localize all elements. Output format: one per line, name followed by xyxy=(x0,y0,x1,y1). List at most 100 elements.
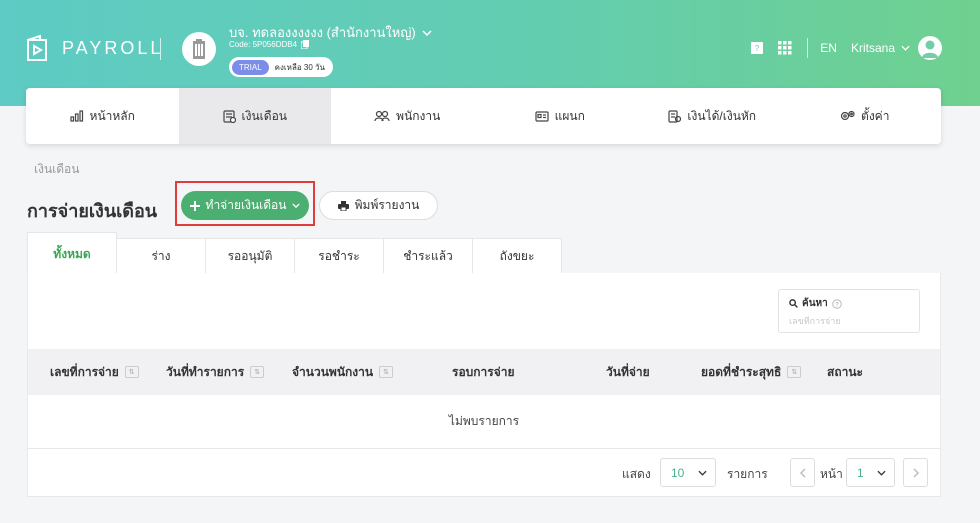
show-label: แสดง xyxy=(622,467,651,481)
empty-state-row: ไม่พบรายการ xyxy=(28,395,940,449)
chevron-down-icon xyxy=(292,203,301,208)
print-report-label: พิมพ์รายงาน xyxy=(354,198,420,212)
search-label-text: ค้นหา xyxy=(802,298,828,309)
search-icon xyxy=(789,299,798,308)
col-pay-period-label: รอบการจ่าย xyxy=(452,364,515,379)
col-payment-number[interactable]: เลขที่การจ่าย ⇅ xyxy=(50,349,139,395)
copy-icon[interactable] xyxy=(301,40,310,49)
plus-icon xyxy=(189,200,200,211)
next-page-button[interactable] xyxy=(903,458,928,487)
nav-item-settings[interactable]: ตั้งค่า xyxy=(789,88,942,144)
header-divider xyxy=(807,38,809,58)
company-code: Code: 5P056DDB4 xyxy=(229,40,310,49)
trial-pill: TRIAL xyxy=(232,59,269,75)
page-number-select[interactable]: 1 xyxy=(846,458,895,487)
sort-icon[interactable]: ⇅ xyxy=(379,366,394,378)
payroll-logo-icon xyxy=(27,34,47,61)
chevron-down-icon xyxy=(877,470,886,476)
nav-item-home[interactable]: หน้าหลัก xyxy=(26,88,179,144)
page-size-value: 10 xyxy=(671,465,685,480)
chevron-down-icon xyxy=(901,45,910,51)
company-code-text: Code: 5P056DDB4 xyxy=(229,40,298,49)
chart-icon xyxy=(69,110,83,122)
nav-label-income-deduction: เงินได้/เงินหัก xyxy=(687,108,757,123)
empty-state-text: ไม่พบรายการ xyxy=(448,414,520,428)
tab-all[interactable]: ทั้งหมด xyxy=(27,232,117,275)
income-deduction-icon xyxy=(668,109,682,123)
col-payment-number-label: เลขที่การจ่าย xyxy=(50,364,119,379)
printer-icon xyxy=(337,200,349,211)
col-employee-count-label: จำนวนพนักงาน xyxy=(292,364,374,379)
pagination: แสดง 10 รายการ หน้า 1 xyxy=(28,449,940,495)
col-net-amount-label: ยอดที่ชำระสุทธิ xyxy=(701,364,782,379)
col-status-label: สถานะ xyxy=(827,364,863,379)
tab-draft[interactable]: ร่าง xyxy=(117,238,206,275)
main-nav: หน้าหลัก เงินเดือน พนักงาน แผนก เงินได้/… xyxy=(26,88,941,144)
items-label: รายการ xyxy=(727,467,768,481)
tab-paid[interactable]: ชำระแล้ว xyxy=(384,238,473,275)
breadcrumb[interactable]: เงินเดือน xyxy=(34,160,79,179)
search-box: ค้นหา ? xyxy=(778,289,920,333)
table-header: เลขที่การจ่าย ⇅ วันที่ทำรายการ ⇅ จำนวนพน… xyxy=(28,349,940,395)
page-number-value: 1 xyxy=(857,465,864,480)
svg-text:?: ? xyxy=(755,44,760,53)
tab-pending-approval[interactable]: รออนุมัติ xyxy=(206,238,295,275)
chevron-down-icon xyxy=(698,470,707,476)
help-circle-icon[interactable]: ? xyxy=(831,298,842,309)
payroll-logo[interactable]: PAYROLL xyxy=(26,34,163,62)
chevron-right-icon xyxy=(913,468,919,477)
logo-text: PAYROLL xyxy=(62,37,164,58)
col-net-amount[interactable]: ยอดที่ชำระสุทธิ ⇅ xyxy=(701,349,802,395)
create-payroll-label: ทำจ่ายเงินเดือน xyxy=(205,198,287,212)
svg-text:?: ? xyxy=(835,302,839,308)
payroll-list-panel: ค้นหา ? เลขที่การจ่าย ⇅ วันที่ทำรายการ ⇅… xyxy=(27,273,941,497)
col-transaction-date[interactable]: วันที่ทำรายการ ⇅ xyxy=(166,349,265,395)
sort-icon[interactable]: ⇅ xyxy=(124,366,139,378)
col-employee-count[interactable]: จำนวนพนักงาน ⇅ xyxy=(292,349,394,395)
apps-grid-icon[interactable] xyxy=(777,40,793,56)
company-building-icon[interactable] xyxy=(182,32,216,66)
nav-label-department: แผนก xyxy=(554,108,585,123)
chevron-down-icon xyxy=(422,29,432,36)
page-size-select[interactable]: 10 xyxy=(660,458,716,487)
payroll-icon xyxy=(222,109,236,123)
sort-icon[interactable]: ⇅ xyxy=(787,366,802,378)
print-report-button[interactable]: พิมพ์รายงาน xyxy=(319,191,438,220)
create-payroll-button[interactable]: ทำจ่ายเงินเดือน xyxy=(181,191,309,220)
user-name: Kritsana xyxy=(850,41,895,55)
department-icon xyxy=(535,110,549,122)
tab-pending-payment[interactable]: รอชำระ xyxy=(295,238,384,275)
tab-trash[interactable]: ถังขยะ xyxy=(473,238,562,275)
nav-label-payroll: เงินเดือน xyxy=(241,108,287,123)
nav-item-payroll[interactable]: เงินเดือน xyxy=(178,88,331,144)
col-pay-period: รอบการจ่าย xyxy=(452,349,515,395)
nav-item-department[interactable]: แผนก xyxy=(484,88,637,144)
nav-label-settings: ตั้งค่า xyxy=(861,108,890,123)
page-label: หน้า xyxy=(820,467,843,481)
settings-icon xyxy=(840,110,855,121)
user-avatar-icon[interactable] xyxy=(918,36,942,60)
search-label: ค้นหา ? xyxy=(789,296,909,311)
user-menu[interactable]: Kritsana xyxy=(851,41,910,55)
trial-badge: TRIAL คงเหลือ 30 วัน xyxy=(229,57,333,77)
trial-remaining: คงเหลือ 30 วัน xyxy=(274,62,325,72)
nav-item-income-deduction[interactable]: เงินได้/เงินหัก xyxy=(636,88,789,144)
nav-label-employees: พนักงาน xyxy=(396,108,441,123)
sort-icon[interactable]: ⇅ xyxy=(250,366,265,378)
chevron-left-icon xyxy=(799,468,805,477)
nav-item-employees[interactable]: พนักงาน xyxy=(331,88,484,144)
col-transaction-date-label: วันที่ทำรายการ xyxy=(166,364,245,379)
search-input[interactable] xyxy=(789,316,909,326)
language-switch[interactable]: EN xyxy=(820,41,837,55)
nav-label-home: หน้าหลัก xyxy=(89,108,135,123)
employees-icon xyxy=(374,110,390,122)
logo-divider xyxy=(160,38,161,60)
header-actions: ? EN Kritsana xyxy=(749,36,942,60)
help-book-icon[interactable]: ? xyxy=(749,40,765,56)
col-status: สถานะ xyxy=(827,349,863,395)
page-title: การจ่ายเงินเดือน xyxy=(27,201,158,221)
col-pay-date-label: วันที่จ่าย xyxy=(606,364,650,379)
prev-page-button[interactable] xyxy=(790,458,815,487)
status-tabs: ทั้งหมด ร่าง รออนุมัติ รอชำระ ชำระแล้ว ถ… xyxy=(27,231,562,275)
col-pay-date: วันที่จ่าย xyxy=(606,349,650,395)
